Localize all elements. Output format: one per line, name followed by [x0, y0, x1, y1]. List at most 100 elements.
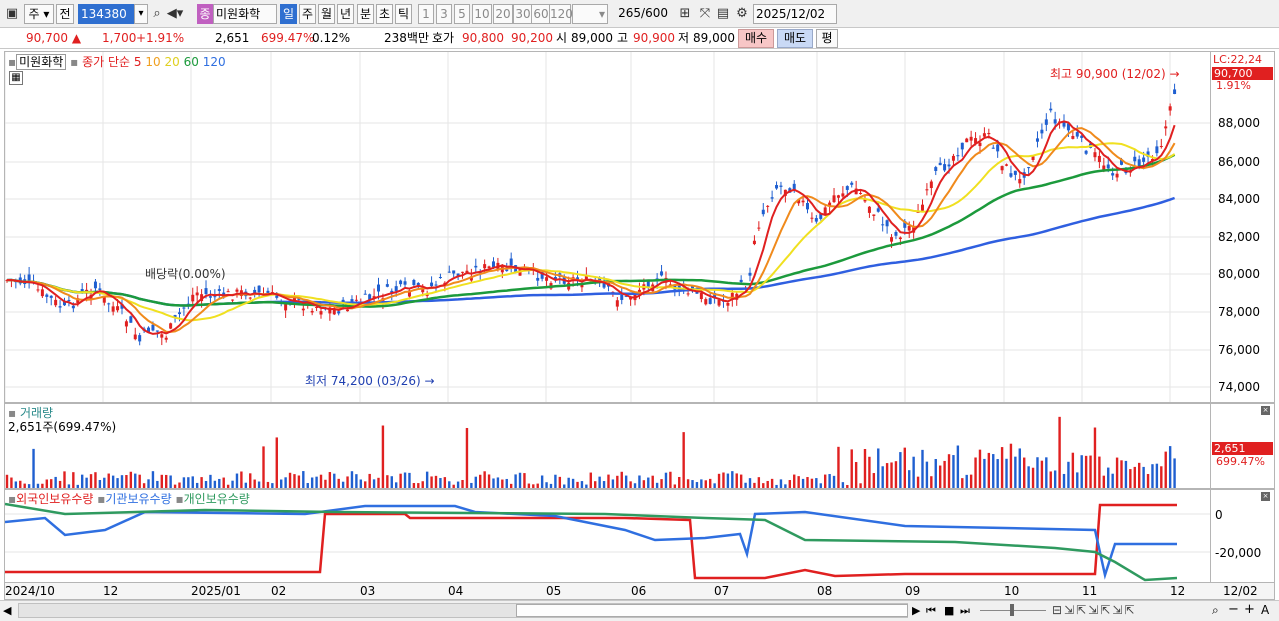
candle-body — [1168, 106, 1172, 111]
stop-icon[interactable]: ■ — [944, 604, 954, 617]
volume-bar — [1040, 460, 1044, 488]
market-select[interactable]: 주 ▾ — [24, 4, 54, 24]
play-icon[interactable]: ⏭ — [960, 604, 970, 618]
volume-bar — [585, 484, 588, 488]
zoom-slider-handle[interactable] — [1010, 604, 1014, 616]
volume-bar — [231, 480, 234, 488]
table-toggle-icon[interactable]: ▦ — [9, 71, 23, 85]
font-size-icon[interactable]: A — [1261, 603, 1269, 617]
stock-name-field[interactable]: 미원화학 — [213, 4, 277, 24]
volume-bar — [54, 476, 57, 488]
candle-body — [1159, 146, 1163, 148]
candle-body — [1097, 155, 1101, 163]
price-tick-label: 86,000 — [1218, 155, 1260, 169]
volume-bar — [629, 481, 632, 488]
volume-bar — [165, 474, 168, 488]
tab-month[interactable]: 월 — [318, 4, 335, 24]
panel-close-icon[interactable]: × — [1261, 492, 1270, 501]
price-chart-panel[interactable]: ▪ 미원화학 ▪ 종가 단순 5 10 20 60 120 ▦ 최고 90,900… — [4, 51, 1211, 403]
volume-bar — [134, 473, 137, 488]
zoom-in-icon[interactable]: + — [1244, 602, 1255, 617]
scroll-left-icon[interactable]: ◀ — [3, 604, 11, 617]
candle-body — [1027, 167, 1031, 169]
volume-bar — [832, 475, 836, 488]
candle-body — [491, 261, 495, 268]
volume-bar — [111, 475, 115, 488]
tab-week[interactable]: 주 — [299, 4, 316, 24]
interval-30[interactable]: 30 — [513, 4, 533, 24]
volume-chart-canvas[interactable] — [5, 404, 1210, 488]
market-label: 주 — [28, 7, 40, 21]
tab-minute[interactable]: 분 — [357, 4, 374, 24]
volume-bar — [1115, 457, 1119, 488]
volume-bar — [881, 466, 884, 488]
volume-bar — [571, 478, 575, 488]
candle-body — [872, 214, 876, 216]
code-input[interactable]: 134380 — [78, 4, 134, 24]
holdings-panel[interactable]: ▪외국인보유수량 ▪기관보유수량 ▪개인보유수량 — [4, 489, 1211, 583]
scroll-track[interactable] — [18, 603, 908, 618]
rewind-icon[interactable]: ⏮ — [926, 604, 936, 618]
scroll-right-icon[interactable]: ▶ — [912, 604, 920, 617]
crosshair-icon[interactable]: ⤧ — [696, 5, 714, 23]
interval-3[interactable]: 3 — [436, 4, 452, 24]
sell-button[interactable]: 매도 — [777, 29, 813, 48]
volume-value: 2,651 — [215, 31, 250, 45]
volume-bar — [594, 481, 597, 488]
candle-body — [801, 200, 805, 203]
interval-60[interactable]: 60 — [531, 4, 551, 24]
zoom-search-icon[interactable]: ⌕ — [1212, 603, 1219, 618]
tab-year[interactable]: 년 — [337, 4, 354, 24]
price-tick-label: 82,000 — [1218, 230, 1260, 244]
up-arrow-icon: ▲ — [71, 31, 82, 45]
volume-panel[interactable]: ▪ 거래량 2,651주(699.47%) — [4, 403, 1211, 489]
save-icon[interactable]: ▤ — [714, 5, 732, 23]
scroll-thumb[interactable] — [516, 604, 908, 617]
date-input[interactable]: 2025/12/02 — [753, 4, 837, 24]
date-label: 10 — [1004, 584, 1020, 598]
interval-1[interactable]: 1 — [418, 4, 434, 24]
volume-bar — [961, 478, 964, 488]
zoom-out-icon[interactable]: − — [1228, 602, 1239, 617]
panel-close-icon[interactable]: × — [1261, 406, 1270, 415]
average-button[interactable]: 평 — [816, 29, 838, 48]
volume-bar — [72, 472, 75, 488]
interval-20[interactable]: 20 — [493, 4, 513, 24]
candle-body — [151, 324, 155, 331]
interval-10[interactable]: 10 — [472, 4, 492, 24]
data-count[interactable]: 265/600 — [612, 4, 668, 24]
volume-bar — [1168, 446, 1172, 488]
volume-bar — [638, 475, 641, 488]
volume-bar — [885, 463, 889, 488]
chart-tools-icon[interactable]: ⊞ — [676, 5, 694, 23]
tab-day[interactable]: 일 — [280, 4, 297, 24]
settings-icon[interactable]: ⚙ — [733, 5, 751, 23]
code-dropdown-icon[interactable]: ▾ — [134, 4, 148, 24]
period-type-button[interactable]: 전 — [56, 4, 74, 24]
volume-bar — [333, 473, 336, 488]
volume-bar — [439, 478, 442, 488]
price-chart-canvas[interactable] — [5, 52, 1210, 402]
drawing-tools-icon[interactable]: ⊟⇲⇱⇲⇱⇲⇱ — [1052, 603, 1136, 617]
tab-tick[interactable]: 틱 — [395, 4, 412, 24]
search-icon[interactable]: ⌕ — [148, 5, 166, 23]
date-label: 09 — [905, 584, 921, 598]
interval-custom-select[interactable]: ▾ — [572, 4, 608, 24]
candle-body — [810, 217, 814, 219]
interval-5[interactable]: 5 — [454, 4, 470, 24]
volume-bar — [470, 482, 473, 488]
volume-bar — [673, 484, 677, 488]
zoom-slider[interactable] — [980, 604, 1046, 616]
candle-body — [1040, 129, 1044, 134]
buy-button[interactable]: 매수 — [738, 29, 774, 48]
volume-bar — [337, 478, 340, 488]
candle-body — [770, 197, 774, 199]
price-value: 90,700 — [26, 31, 68, 45]
tab-second[interactable]: 초 — [376, 4, 393, 24]
sound-icon[interactable]: ◀︎▾ — [166, 5, 184, 23]
interval-120[interactable]: 120 — [549, 4, 573, 24]
window-menu-icon[interactable]: ▣ — [3, 5, 21, 23]
volume-bar — [85, 477, 88, 488]
count-value: 265 — [618, 6, 642, 20]
volume-bar — [647, 477, 650, 488]
